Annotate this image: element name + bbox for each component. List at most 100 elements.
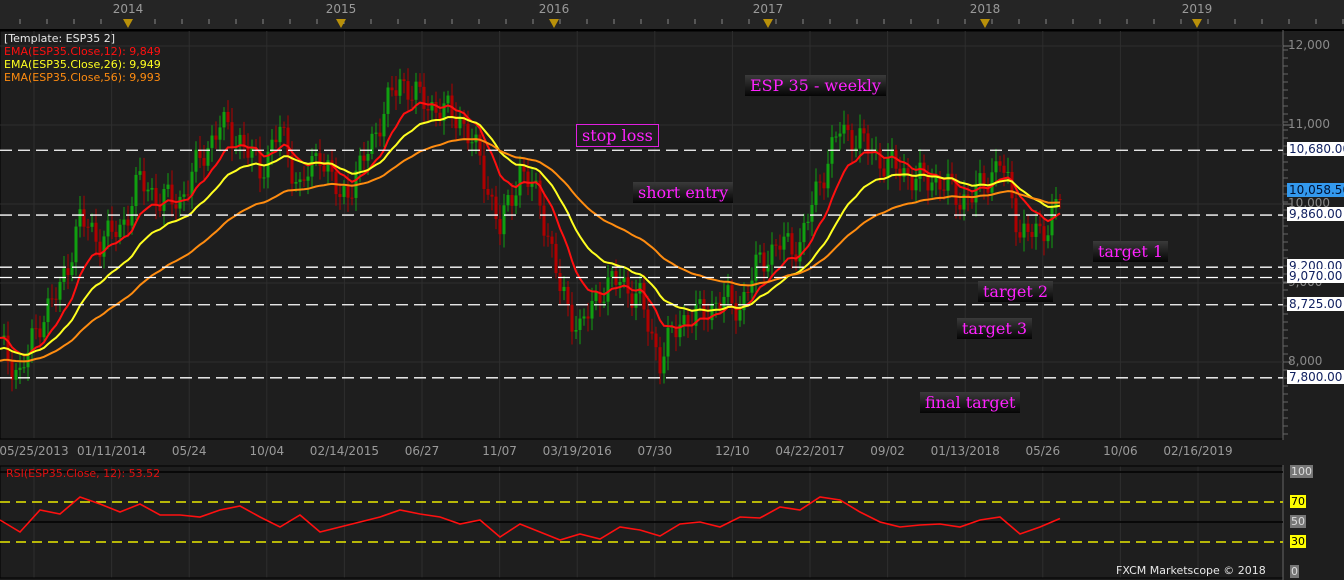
candle <box>810 204 814 222</box>
candle <box>762 252 766 272</box>
candle <box>550 236 554 244</box>
annotation-short-entry[interactable]: short entry <box>633 182 734 203</box>
candle <box>10 361 14 380</box>
annotation-target-3[interactable]: target 3 <box>957 318 1033 339</box>
year-label: 2015 <box>325 2 357 16</box>
x-tick-label: 04/22/2017 <box>775 444 845 458</box>
candle <box>698 299 702 305</box>
candle <box>1038 223 1042 227</box>
annotation-stop-loss[interactable]: stop loss <box>576 124 659 147</box>
candle <box>286 127 290 156</box>
candle <box>658 347 662 374</box>
ema12-legend: EMA(ESP35.Close,12): 9,849 <box>4 45 161 58</box>
candle <box>74 226 78 263</box>
candle <box>834 136 838 138</box>
candle <box>546 235 550 237</box>
candle <box>506 195 510 206</box>
candle <box>150 187 154 190</box>
candle <box>510 195 514 206</box>
candle <box>370 133 374 154</box>
candle <box>54 298 58 300</box>
candle <box>858 128 862 149</box>
x-tick-label: 03/19/2016 <box>542 444 612 458</box>
candle <box>342 186 346 197</box>
candle <box>602 301 606 303</box>
candle <box>862 128 866 134</box>
candle <box>446 95 450 104</box>
level-price-label: 10,680.00 <box>1287 142 1344 157</box>
candle <box>826 163 830 189</box>
candle <box>1022 223 1026 238</box>
candle <box>758 252 762 255</box>
candle <box>86 226 90 228</box>
candle <box>918 162 922 179</box>
candle <box>714 302 718 304</box>
x-tick-label: 05/26 <box>1025 444 1061 458</box>
candle <box>222 111 226 128</box>
candle <box>358 155 362 171</box>
level-price-label: 8,725.00 <box>1287 296 1344 311</box>
candle <box>162 188 166 211</box>
candle <box>1006 171 1010 173</box>
ema26-legend: EMA(ESP35.Close,26): 9,949 <box>4 58 161 71</box>
x-tick-label: 09/02 <box>870 444 905 458</box>
candle <box>886 157 890 177</box>
candle <box>570 304 574 332</box>
candle <box>326 160 330 172</box>
year-label: 2014 <box>112 2 144 16</box>
candle <box>750 280 754 293</box>
annotation-title[interactable]: ESP 35 - weekly <box>745 75 886 96</box>
candle <box>930 182 934 191</box>
candle <box>866 133 870 153</box>
candle <box>766 264 770 272</box>
candle <box>682 315 686 325</box>
x-tick-label: 12/10 <box>715 444 750 458</box>
candle <box>166 184 170 189</box>
candle <box>486 188 490 195</box>
price-chart[interactable] <box>0 0 1344 580</box>
candle <box>62 268 66 282</box>
candle <box>250 147 254 158</box>
candle <box>466 123 470 144</box>
candle <box>574 329 578 332</box>
candle <box>1002 165 1006 173</box>
rsi-legend: RSI(ESP35.Close, 12): 53.52 <box>6 467 161 480</box>
timeline-bar[interactable] <box>0 0 1344 30</box>
candle <box>554 243 558 274</box>
annotation-target-2[interactable]: target 2 <box>978 281 1054 302</box>
candle <box>374 132 378 134</box>
candle <box>42 322 46 338</box>
candle <box>942 189 946 191</box>
x-tick-label: 05/24 <box>171 444 207 458</box>
candle <box>198 149 202 158</box>
candle <box>734 303 738 321</box>
rsi-axis-label: 50 <box>1290 515 1306 528</box>
annotation-target-1[interactable]: target 1 <box>1093 241 1169 262</box>
candle <box>502 205 506 235</box>
candle <box>1042 226 1046 242</box>
candle <box>822 182 826 189</box>
candle <box>46 298 50 323</box>
candle <box>634 293 638 308</box>
candle <box>842 124 846 134</box>
candle <box>154 187 158 206</box>
candle <box>878 149 882 169</box>
candle <box>650 331 654 334</box>
candle <box>414 81 418 100</box>
candle <box>490 194 494 197</box>
annotation-final-target[interactable]: final target <box>920 392 1021 413</box>
candle <box>1026 223 1030 232</box>
candle <box>398 79 402 96</box>
candle <box>718 302 722 310</box>
year-label: 2016 <box>538 2 570 16</box>
year-label: 2019 <box>1181 2 1213 16</box>
x-tick-label: 05/25/2013 <box>0 444 69 458</box>
candles <box>2 68 1062 392</box>
candle <box>958 204 962 210</box>
candle <box>214 135 218 140</box>
candle <box>626 277 630 294</box>
candle <box>146 189 150 192</box>
candle <box>586 316 590 319</box>
candle <box>610 271 614 278</box>
candle <box>774 244 778 246</box>
